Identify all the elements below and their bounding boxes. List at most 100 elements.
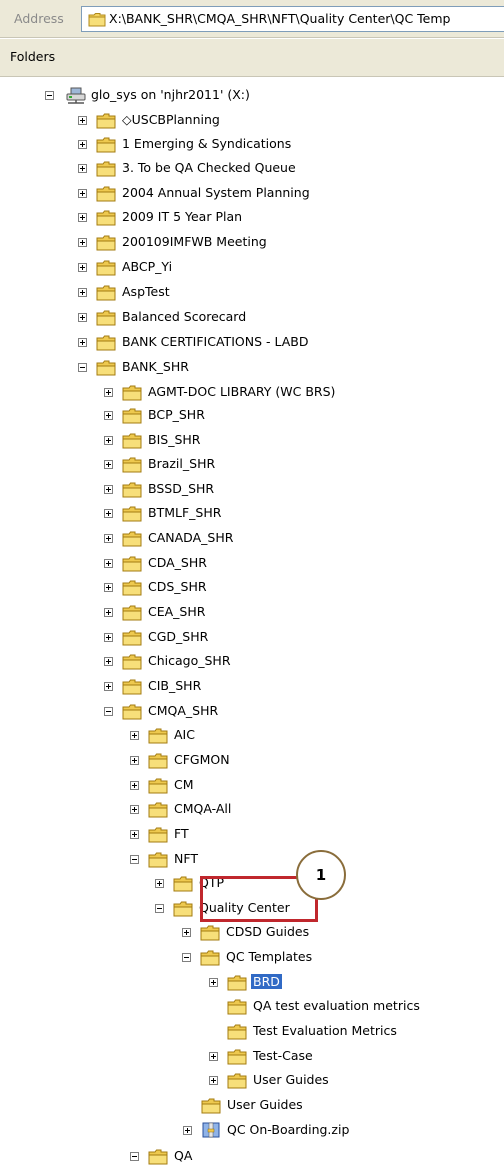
zip-folder-icon xyxy=(201,1121,221,1139)
folder-icon xyxy=(122,457,142,473)
address-field[interactable]: X:\BANK_SHR\CMQA_SHR\NFT\Quality Center\… xyxy=(81,6,504,32)
expand-icon[interactable] xyxy=(182,928,191,937)
expand-icon[interactable] xyxy=(78,338,87,347)
tree-item-label[interactable]: Balanced Scorecard xyxy=(120,309,248,324)
collapse-icon[interactable] xyxy=(155,904,164,913)
expand-icon[interactable] xyxy=(78,189,87,198)
folder-icon xyxy=(122,679,142,695)
tree-item-label[interactable]: 1 Emerging & Syndications xyxy=(120,136,293,151)
folder-icon xyxy=(122,580,142,596)
expand-icon[interactable] xyxy=(104,682,113,691)
expand-icon[interactable] xyxy=(78,238,87,247)
expand-icon[interactable] xyxy=(209,978,218,987)
folder-icon xyxy=(122,482,142,498)
expand-icon[interactable] xyxy=(104,436,113,445)
tree-item-label[interactable]: Chicago_SHR xyxy=(146,653,233,668)
tree-item-label[interactable]: FT xyxy=(172,826,191,841)
tree-item-label[interactable]: CIB_SHR xyxy=(146,678,203,693)
expand-icon[interactable] xyxy=(104,657,113,666)
tree-item-label[interactable]: BRD xyxy=(251,974,282,989)
expand-icon[interactable] xyxy=(104,460,113,469)
collapse-icon[interactable] xyxy=(130,1152,139,1161)
tree-item-label[interactable]: Test Evaluation Metrics xyxy=(251,1023,399,1038)
tree-item-label[interactable]: BANK CERTIFICATIONS - LABD xyxy=(120,334,310,349)
tree-item-label[interactable]: CANADA_SHR xyxy=(146,530,235,545)
tree-item-label[interactable]: ◇USCBPlanning xyxy=(120,112,222,127)
tree-item-label[interactable]: BTMLF_SHR xyxy=(146,505,223,520)
expand-icon[interactable] xyxy=(104,633,113,642)
tree-item-label[interactable]: 3. To be QA Checked Queue xyxy=(120,160,298,175)
tree-item-label[interactable]: QA test evaluation metrics xyxy=(251,998,422,1013)
tree-item-label[interactable]: BSSD_SHR xyxy=(146,481,216,496)
expand-icon[interactable] xyxy=(130,781,139,790)
expand-icon[interactable] xyxy=(104,411,113,420)
expand-icon[interactable] xyxy=(104,485,113,494)
tree-item-label[interactable]: CDSD Guides xyxy=(224,924,311,939)
folder-icon xyxy=(148,802,168,818)
folder-icon xyxy=(200,925,220,941)
expand-icon[interactable] xyxy=(209,1076,218,1085)
tree-item-label[interactable]: Brazil_SHR xyxy=(146,456,217,471)
tree-item-label[interactable]: NFT xyxy=(172,851,200,866)
expand-icon[interactable] xyxy=(104,559,113,568)
expand-icon[interactable] xyxy=(78,263,87,272)
tree-item-label[interactable]: CM xyxy=(172,777,196,792)
tree-item-label[interactable]: AIC xyxy=(172,727,197,742)
expand-icon[interactable] xyxy=(130,830,139,839)
expand-icon[interactable] xyxy=(78,288,87,297)
tree-item-label[interactable]: User Guides xyxy=(251,1072,331,1087)
expand-icon[interactable] xyxy=(130,805,139,814)
folder-icon xyxy=(148,753,168,769)
expand-icon[interactable] xyxy=(104,509,113,518)
expand-icon[interactable] xyxy=(209,1052,218,1061)
expand-icon[interactable] xyxy=(78,213,87,222)
expand-icon[interactable] xyxy=(78,313,87,322)
tree-item-label[interactable]: BIS_SHR xyxy=(146,432,202,447)
tree-item-label[interactable]: BCP_SHR xyxy=(146,407,207,422)
tree-item-label[interactable]: glo_sys on 'njhr2011' (X:) xyxy=(89,87,252,102)
tree-item-label[interactable]: QC Templates xyxy=(224,949,314,964)
expand-icon[interactable] xyxy=(104,388,113,397)
folder-icon xyxy=(122,506,142,522)
tree-item-label[interactable]: AspTest xyxy=(120,284,172,299)
address-path[interactable]: X:\BANK_SHR\CMQA_SHR\NFT\Quality Center\… xyxy=(109,11,450,26)
expand-icon[interactable] xyxy=(78,116,87,125)
collapse-icon[interactable] xyxy=(78,363,87,372)
folder-icon xyxy=(201,1098,221,1114)
tree-item-label[interactable]: 2009 IT 5 Year Plan xyxy=(120,209,244,224)
folder-icon xyxy=(88,12,106,30)
folder-icon xyxy=(96,186,116,202)
tree-item-label[interactable]: AGMT-DOC LIBRARY (WC BRS) xyxy=(146,384,337,399)
tree-item-label[interactable]: CFGMON xyxy=(172,752,232,767)
tree-item-label[interactable]: CMQA_SHR xyxy=(146,703,220,718)
tree-item-label[interactable]: User Guides xyxy=(225,1097,305,1112)
folder-icon xyxy=(122,408,142,424)
collapse-icon[interactable] xyxy=(182,953,191,962)
tree-item-label[interactable]: CEA_SHR xyxy=(146,604,207,619)
folder-icon xyxy=(122,556,142,572)
expand-icon[interactable] xyxy=(104,534,113,543)
folder-icon xyxy=(148,827,168,843)
expand-icon[interactable] xyxy=(104,608,113,617)
tree-item-label[interactable]: 2004 Annual System Planning xyxy=(120,185,312,200)
expand-icon[interactable] xyxy=(104,583,113,592)
expand-icon[interactable] xyxy=(183,1126,192,1135)
expand-icon[interactable] xyxy=(78,140,87,149)
tree-item-label[interactable]: Test-Case xyxy=(251,1048,315,1063)
folder-icon xyxy=(227,999,247,1015)
tree-item-label[interactable]: CDS_SHR xyxy=(146,579,209,594)
expand-icon[interactable] xyxy=(130,731,139,740)
tree-item-label[interactable]: QC On-Boarding.zip xyxy=(225,1122,351,1137)
tree-item-label[interactable]: ABCP_Yi xyxy=(120,259,174,274)
expand-icon[interactable] xyxy=(130,756,139,765)
collapse-icon[interactable] xyxy=(104,707,113,716)
tree-item-label[interactable]: CDA_SHR xyxy=(146,555,209,570)
tree-item-label[interactable]: BANK_SHR xyxy=(120,359,191,374)
expand-icon[interactable] xyxy=(155,879,164,888)
collapse-icon[interactable] xyxy=(130,855,139,864)
tree-item-label[interactable]: CGD_SHR xyxy=(146,629,210,644)
collapse-icon[interactable] xyxy=(45,91,54,100)
tree-item-label[interactable]: CMQA-All xyxy=(172,801,233,816)
expand-icon[interactable] xyxy=(78,164,87,173)
tree-item-label[interactable]: 200109IMFWB Meeting xyxy=(120,234,269,249)
